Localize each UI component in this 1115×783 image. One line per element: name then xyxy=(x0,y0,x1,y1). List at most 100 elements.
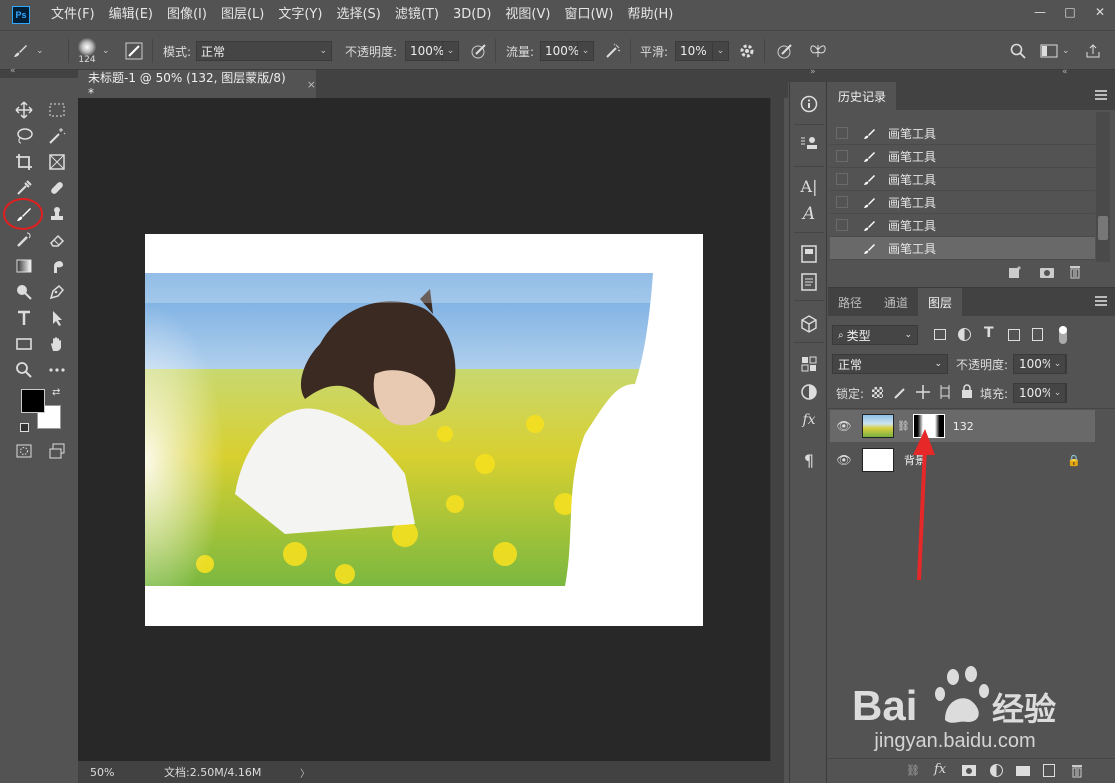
blend-mode-select[interactable]: 正常 ⌄ xyxy=(832,354,948,374)
history-snapshot-checkbox[interactable] xyxy=(836,196,848,208)
menu-view[interactable]: 视图(V) xyxy=(498,0,557,30)
lasso-tool[interactable] xyxy=(11,124,37,148)
flow-input[interactable]: 100% xyxy=(540,41,579,61)
smoothing-dropdown[interactable]: ⌄ xyxy=(713,41,729,61)
close-tab-icon[interactable]: × xyxy=(307,78,316,91)
menu-file[interactable]: 文件(F) xyxy=(44,0,102,30)
paragraph-style-panel-button[interactable]: A xyxy=(797,202,821,226)
history-state-row[interactable]: 画笔工具 xyxy=(830,237,1095,260)
zoom-level[interactable]: 50% xyxy=(78,766,124,779)
mode-select[interactable]: 正常 ⌄ xyxy=(196,41,332,61)
layer-filter-select[interactable]: ⌕ 类型 ⌄ xyxy=(832,325,918,345)
document-canvas[interactable] xyxy=(145,234,703,626)
channels-panel-button[interactable] xyxy=(797,352,821,376)
menu-filter[interactable]: 滤镜(T) xyxy=(388,0,446,30)
adjustment-layer-icon[interactable] xyxy=(990,764,1003,777)
character-panel-button[interactable]: A| xyxy=(797,174,821,198)
menu-help[interactable]: 帮助(H) xyxy=(620,0,680,30)
filter-adjustment-icon[interactable] xyxy=(958,328,971,341)
notes-panel-button[interactable] xyxy=(797,270,821,294)
tab-channels[interactable]: 通道 xyxy=(874,288,918,316)
default-colors-icon[interactable] xyxy=(20,423,29,432)
menu-image[interactable]: 图像(I) xyxy=(160,0,214,30)
paragraph-panel-button[interactable]: ¶ xyxy=(797,448,821,472)
history-state-row[interactable]: 画笔工具 xyxy=(830,168,1095,191)
magic-wand-tool[interactable] xyxy=(44,124,70,148)
tab-layers[interactable]: 图层 xyxy=(918,288,963,316)
screen-mode-button[interactable] xyxy=(44,439,70,463)
filter-pixel-icon[interactable] xyxy=(934,329,946,340)
document-tab[interactable]: 未标题-1 @ 50% (132, 图层蒙版/8) * × xyxy=(78,70,316,100)
eyedropper-tool[interactable] xyxy=(11,176,37,200)
close-window-button[interactable]: ✕ xyxy=(1085,0,1115,24)
move-tool[interactable] xyxy=(11,98,37,122)
history-state-row[interactable]: 画笔工具 xyxy=(830,122,1095,145)
canvas-scrollbar[interactable] xyxy=(770,98,784,761)
layer-opacity-dropdown[interactable]: ⌄ xyxy=(1050,354,1066,374)
lock-transparent-pixels-icon[interactable] xyxy=(872,387,883,398)
type-tool[interactable] xyxy=(11,306,37,330)
menu-type[interactable]: 文字(Y) xyxy=(271,0,329,30)
workspace-switcher[interactable]: ⌄ xyxy=(1040,31,1070,71)
symmetry-button[interactable] xyxy=(808,31,828,71)
properties-panel-button[interactable] xyxy=(797,242,821,266)
delete-state-button[interactable] xyxy=(1066,264,1084,280)
smudge-tool[interactable] xyxy=(44,254,70,278)
airbrush-toggle[interactable] xyxy=(604,31,622,71)
lock-artboard-icon[interactable] xyxy=(938,385,952,399)
filter-shape-icon[interactable] xyxy=(1008,329,1020,341)
maximize-button[interactable]: □ xyxy=(1055,0,1085,24)
layer-name[interactable]: 132 xyxy=(953,420,974,433)
lock-all-icon[interactable] xyxy=(961,384,973,398)
frame-tool[interactable] xyxy=(44,150,70,174)
filter-type-icon[interactable]: T xyxy=(984,325,994,341)
history-state-row[interactable]: 画笔工具 xyxy=(830,191,1095,214)
styles-panel-button[interactable]: fx xyxy=(797,408,821,432)
foreground-color-swatch[interactable] xyxy=(21,389,45,413)
eraser-tool[interactable] xyxy=(44,228,70,252)
history-snapshot-checkbox[interactable] xyxy=(836,150,848,162)
add-mask-icon[interactable] xyxy=(962,765,976,776)
trash-icon[interactable] xyxy=(1070,764,1084,778)
visibility-eye-icon[interactable]: 👁 xyxy=(830,453,858,467)
menu-layer[interactable]: 图层(L) xyxy=(214,0,271,30)
tab-history[interactable]: 历史记录 xyxy=(828,82,897,110)
tool-preset-picker[interactable]: ⌄ xyxy=(10,31,44,71)
brush-settings-toggle[interactable] xyxy=(125,31,143,71)
opacity-dropdown[interactable]: ⌄ xyxy=(443,41,459,61)
brush-dropdown-button[interactable]: ⌄ xyxy=(102,31,110,71)
menu-edit[interactable]: 编辑(E) xyxy=(102,0,160,30)
pressure-size-toggle[interactable] xyxy=(776,31,794,71)
info-panel-button[interactable] xyxy=(797,92,821,116)
path-selection-tool[interactable] xyxy=(44,306,70,330)
layer-row-background[interactable]: 👁 背景 🔒 xyxy=(830,444,1095,476)
history-snapshot-checkbox[interactable] xyxy=(836,219,848,231)
layer-row-132[interactable]: 👁 ⛓ 132 xyxy=(830,410,1095,442)
menu-select[interactable]: 选择(S) xyxy=(329,0,387,30)
menu-3d[interactable]: 3D(D) xyxy=(446,0,498,30)
smoothing-settings-button[interactable] xyxy=(738,31,756,71)
fx-icon[interactable]: fx xyxy=(934,762,946,777)
history-scrollbar[interactable] xyxy=(1096,112,1110,262)
quick-mask-button[interactable] xyxy=(11,439,37,463)
history-state-row[interactable]: 画笔工具 xyxy=(830,145,1095,168)
3d-panel-button[interactable] xyxy=(797,312,821,336)
opacity-input[interactable]: 100% xyxy=(405,41,444,61)
dodge-tool[interactable] xyxy=(11,280,37,304)
search-button[interactable] xyxy=(1010,31,1026,71)
new-snapshot-button[interactable] xyxy=(1038,264,1056,280)
swap-colors-icon[interactable]: ⇄ xyxy=(52,387,60,398)
history-snapshot-checkbox[interactable] xyxy=(836,242,848,254)
clone-source-panel-button[interactable] xyxy=(797,132,821,156)
smoothing-input[interactable]: 10% xyxy=(675,41,713,61)
pressure-opacity-toggle[interactable] xyxy=(470,31,488,71)
visibility-eye-icon[interactable]: 👁 xyxy=(830,419,858,433)
zoom-tool[interactable] xyxy=(11,358,37,382)
filter-smart-object-icon[interactable] xyxy=(1032,328,1043,341)
history-snapshot-checkbox[interactable] xyxy=(836,173,848,185)
healing-brush-tool[interactable] xyxy=(44,176,70,200)
lock-position-icon[interactable] xyxy=(916,385,930,399)
share-button[interactable] xyxy=(1085,31,1101,71)
filter-toggle-switch[interactable] xyxy=(1059,326,1067,344)
marquee-tool[interactable] xyxy=(44,98,70,122)
